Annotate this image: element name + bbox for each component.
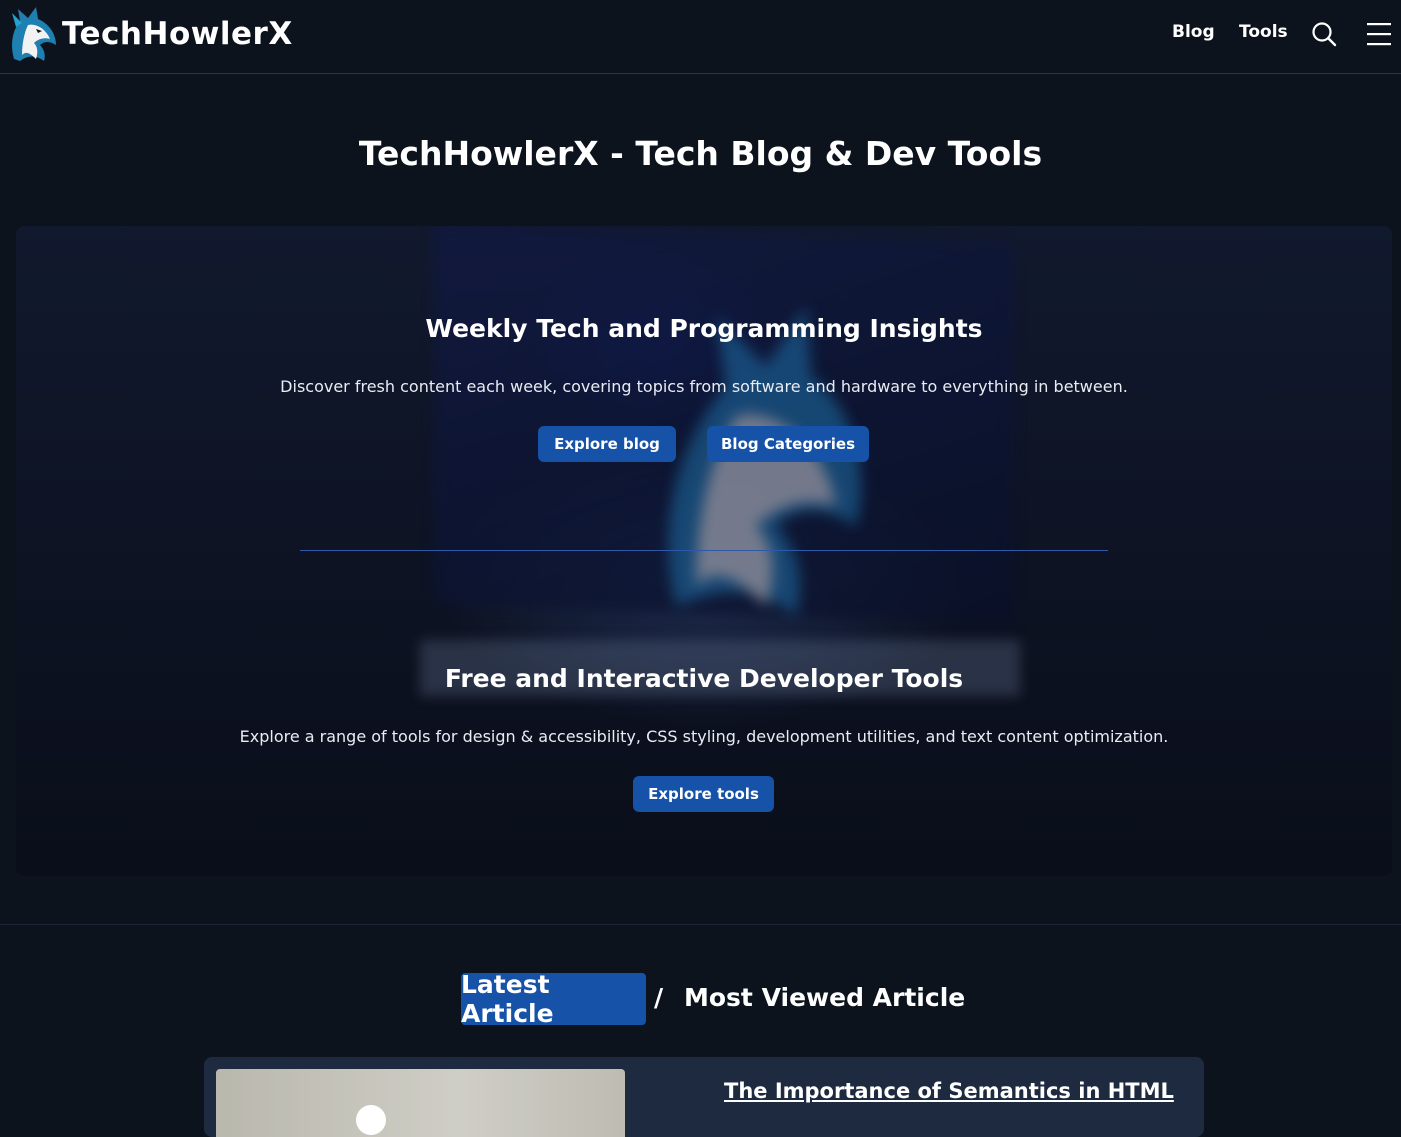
blog-categories-button[interactable]: Blog Categories [707, 426, 869, 462]
tab-latest-article[interactable]: Latest Article [461, 970, 646, 1028]
hero-section: Weekly Tech and Programming Insights Dis… [16, 226, 1392, 876]
page-title: TechHowlerX - Tech Blog & Dev Tools [358, 134, 1043, 173]
search-icon[interactable] [1311, 21, 1337, 47]
hero-background-wolf-icon [668, 306, 861, 616]
tools-section-description: Explore a range of tools for design & ac… [239, 727, 1169, 746]
blog-section-description: Discover fresh content each week, coveri… [280, 377, 1128, 396]
section-divider [0, 924, 1401, 925]
wolf-logo-icon[interactable] [6, 5, 62, 63]
hamburger-menu-icon[interactable] [1366, 21, 1392, 47]
article-thumbnail[interactable] [216, 1069, 625, 1137]
article-title-link[interactable]: The Importance of Semantics in HTML [724, 1079, 1174, 1103]
brand-name[interactable]: TechHowlerX [62, 16, 293, 52]
nav-tools-link[interactable]: Tools [1239, 22, 1288, 42]
explore-blog-button[interactable]: Explore blog [538, 426, 676, 462]
explore-tools-button[interactable]: Explore tools [633, 776, 774, 812]
article-card[interactable]: The Importance of Semantics in HTML [204, 1057, 1204, 1137]
tab-most-viewed-article[interactable]: Most Viewed Article [684, 983, 965, 1012]
tab-separator: / [654, 983, 664, 1012]
nav-blog-link[interactable]: Blog [1172, 22, 1215, 42]
hero-divider [300, 550, 1108, 551]
blog-section-title: Weekly Tech and Programming Insights [425, 314, 983, 343]
tools-section-title: Free and Interactive Developer Tools [444, 664, 964, 693]
site-header: TechHowlerX Blog Tools [0, 0, 1401, 74]
article-thumbnail-detail [356, 1105, 386, 1135]
